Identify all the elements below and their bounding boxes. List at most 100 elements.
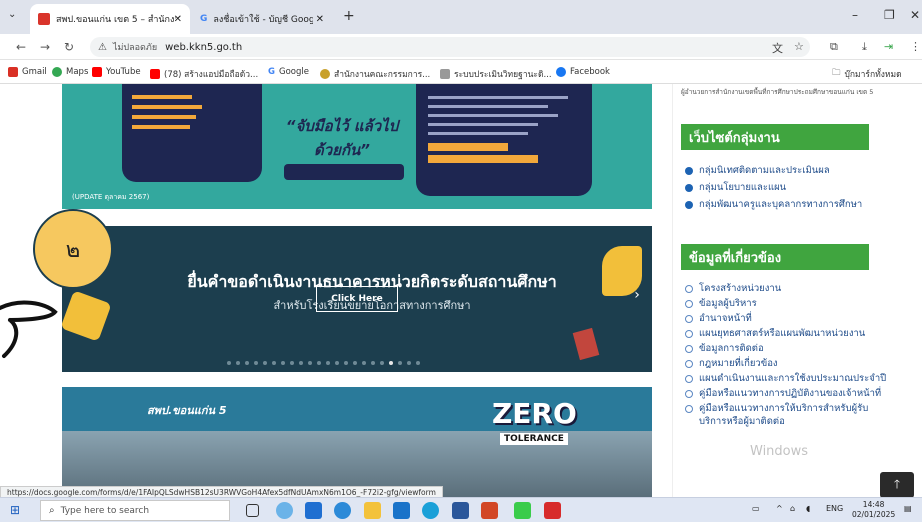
store-app-icon[interactable] — [305, 502, 322, 519]
tray-chevron-icon[interactable]: ^ — [776, 504, 783, 513]
slider-dot[interactable] — [326, 361, 330, 365]
slider-dot[interactable] — [344, 361, 348, 365]
bookmark-star-icon[interactable]: ☆ — [794, 40, 804, 53]
related-link[interactable]: กฎหมายที่เกี่ยวข้อง — [685, 357, 895, 370]
tab-google-signin[interactable]: G ลงชื่อเข้าใช้ - บัญชี Google ✕ — [192, 4, 332, 34]
click-here-button[interactable]: Click Here — [316, 286, 398, 312]
chrome-app-icon[interactable] — [334, 502, 351, 519]
window-close-button[interactable]: ✕ — [910, 8, 920, 22]
file-explorer-icon[interactable] — [364, 502, 381, 519]
back-arrow-icon[interactable]: ← — [16, 40, 26, 54]
check-circle-icon — [685, 300, 693, 308]
slider-dot[interactable] — [335, 361, 339, 365]
edge-app-icon[interactable] — [422, 502, 439, 519]
tab-kkn5[interactable]: สพป.ขอนแก่น เขต 5 – สำนักงานเขต... ✕ — [30, 4, 190, 34]
main-column: “จับมือไว้ แล้วไปด้วยกัน” (UPDATE ตุลาคม… — [62, 84, 652, 497]
credit-bank-banner[interactable]: ยื่นคำขอดำเนินงานธนาคารหน่วยกิตระดับสถาน… — [62, 226, 652, 372]
address-bar-row: ← → ↻ ⚠ ไม่ปลอดภัย web.kkn5.go.th 文 ☆ ⧉ … — [0, 34, 922, 60]
word-app-icon[interactable] — [452, 502, 469, 519]
network-icon[interactable]: ⌂ — [790, 504, 795, 513]
maximize-button[interactable]: ❐ — [884, 8, 895, 22]
windows-taskbar: ⊞ ⌕ Type here to search ▭ ^ ⌂ ◖ ENG 14:4… — [0, 497, 922, 522]
bookmark-obec[interactable]: สำนักงานคณะกรรมการ... — [320, 67, 430, 81]
slider-dot[interactable] — [263, 361, 267, 365]
slider-dot[interactable] — [281, 361, 285, 365]
slider-dot[interactable] — [398, 361, 402, 365]
all-bookmarks-folder[interactable]: 🗀 บุ๊กมาร์กทั้งหมด — [832, 67, 902, 81]
translate-icon[interactable]: 文 — [772, 40, 783, 56]
pdf-app-icon[interactable] — [544, 502, 561, 519]
slider-dot[interactable] — [227, 361, 231, 365]
language-indicator[interactable]: ENG — [826, 504, 843, 513]
slider-dot[interactable] — [407, 361, 411, 365]
minimize-button[interactable]: – — [852, 8, 858, 22]
bookmark-youtube-video[interactable]: (78) สร้างแอปมือถือด้ว... — [150, 67, 258, 81]
extensions-icon[interactable]: ⧉ — [830, 40, 838, 54]
slider-dot[interactable] — [299, 361, 303, 365]
powerpoint-app-icon[interactable] — [481, 502, 498, 519]
forward-arrow-icon[interactable]: → — [40, 40, 50, 54]
bookmark-google[interactable]: G Google — [268, 67, 309, 77]
related-link[interactable]: แผนยุทธศาสตร์หรือแผนพัฒนาหน่วยงาน — [685, 327, 895, 340]
reading-list-icon[interactable]: ⇥ — [884, 40, 893, 53]
url-text: web.kkn5.go.th — [165, 41, 243, 53]
slider-dot[interactable] — [308, 361, 312, 365]
close-icon[interactable]: ✕ — [316, 14, 324, 25]
download-icon[interactable]: ⤓ — [862, 40, 867, 54]
related-link[interactable]: อำนาจหน้าที่ — [685, 312, 895, 325]
slider-dot[interactable] — [380, 361, 384, 365]
windows-start-icon[interactable]: ⊞ — [10, 503, 20, 517]
url-omnibox[interactable]: ⚠ ไม่ปลอดภัย web.kkn5.go.th — [90, 37, 810, 57]
zero-text: ZERO — [492, 397, 577, 430]
bookmark-label: (78) สร้างแอปมือถือด้ว... — [164, 70, 259, 80]
slider-dot[interactable] — [254, 361, 258, 365]
zero-tolerance-banner[interactable]: สพป.ขอนแก่น 5 ZERO TOLERANCE — [62, 387, 652, 497]
related-link[interactable]: คู่มือหรือแนวทางการให้บริการสำหรับผู้รับ… — [685, 402, 895, 428]
new-tab-button[interactable]: + — [343, 8, 355, 24]
volume-icon[interactable]: ◖ — [806, 504, 810, 513]
group-link[interactable]: กลุ่มพัฒนาครูและบุคลากรทางการศึกษา — [685, 198, 895, 211]
menu-kebab-icon[interactable]: ⋮ — [910, 40, 921, 53]
slider-dot[interactable] — [416, 361, 420, 365]
related-link[interactable]: โครงสร้างหน่วยงาน — [685, 282, 895, 295]
bookmark-academic-eval[interactable]: ระบบประเมินวิทยฐานะดิ... — [440, 67, 552, 81]
scroll-to-top-button[interactable]: 🡑 — [880, 472, 914, 497]
slider-dot[interactable] — [353, 361, 357, 365]
slider-dot-active[interactable] — [389, 361, 393, 365]
slider-dot[interactable] — [290, 361, 294, 365]
link-text: กลุ่มนิเทศติดตามและประเมินผล — [699, 165, 830, 176]
reload-icon[interactable]: ↻ — [64, 40, 74, 54]
tab-search-button[interactable]: ⌄ — [8, 9, 16, 20]
slider-dot[interactable] — [362, 361, 366, 365]
mail-app-icon[interactable] — [393, 502, 410, 519]
update-note: (UPDATE ตุลาคม 2567) — [72, 193, 150, 201]
line-app-icon[interactable] — [514, 502, 531, 519]
bookmark-youtube[interactable]: YouTube — [92, 67, 141, 77]
task-view-icon[interactable] — [246, 504, 259, 517]
photos-app-icon[interactable] — [276, 502, 293, 519]
group-link[interactable]: กลุ่มนิเทศติดตามและประเมินผล — [685, 164, 895, 177]
related-link[interactable]: ข้อมูลผู้บริหาร — [685, 297, 895, 310]
slider-dot[interactable] — [317, 361, 321, 365]
slider-dot[interactable] — [236, 361, 240, 365]
top-slide-banner[interactable]: “จับมือไว้ แล้วไปด้วยกัน” (UPDATE ตุลาคม… — [62, 84, 652, 209]
group-link[interactable]: กลุ่มนโยบายและแผน — [685, 181, 895, 194]
notification-icon[interactable]: ▤ — [904, 504, 912, 513]
taskbar-search-box[interactable]: ⌕ Type here to search — [40, 500, 230, 521]
sidebar: ผู้อำนวยการสำนักงานเขตพื้นที่การศึกษาประ… — [672, 84, 922, 497]
related-link[interactable]: คู่มือหรือแนวทางการปฏิบัติงานของเจ้าหน้า… — [685, 387, 895, 400]
browser-tab-bar: ⌄ สพป.ขอนแก่น เขต 5 – สำนักงานเขต... ✕ G… — [0, 0, 922, 34]
clock[interactable]: 14:48 02/01/2025 — [852, 500, 895, 520]
slider-dot[interactable] — [272, 361, 276, 365]
bookmark-gmail[interactable]: Gmail — [8, 67, 47, 77]
slider-dot[interactable] — [245, 361, 249, 365]
bookmark-facebook[interactable]: Facebook — [556, 67, 610, 77]
bookmark-maps[interactable]: Maps — [52, 67, 88, 77]
related-link[interactable]: ข้อมูลการติดต่อ — [685, 342, 895, 355]
close-icon[interactable]: ✕ — [174, 14, 182, 25]
keyboard-tray-icon[interactable]: ▭ — [752, 504, 760, 513]
related-link[interactable]: แผนดำเนินงานและการใช้งบประมาณประจำปี — [685, 372, 895, 385]
link-text: คู่มือหรือแนวทางการปฏิบัติงานของเจ้าหน้า… — [699, 388, 882, 399]
slider-dot[interactable] — [371, 361, 375, 365]
next-slide-icon[interactable]: › — [628, 286, 646, 304]
